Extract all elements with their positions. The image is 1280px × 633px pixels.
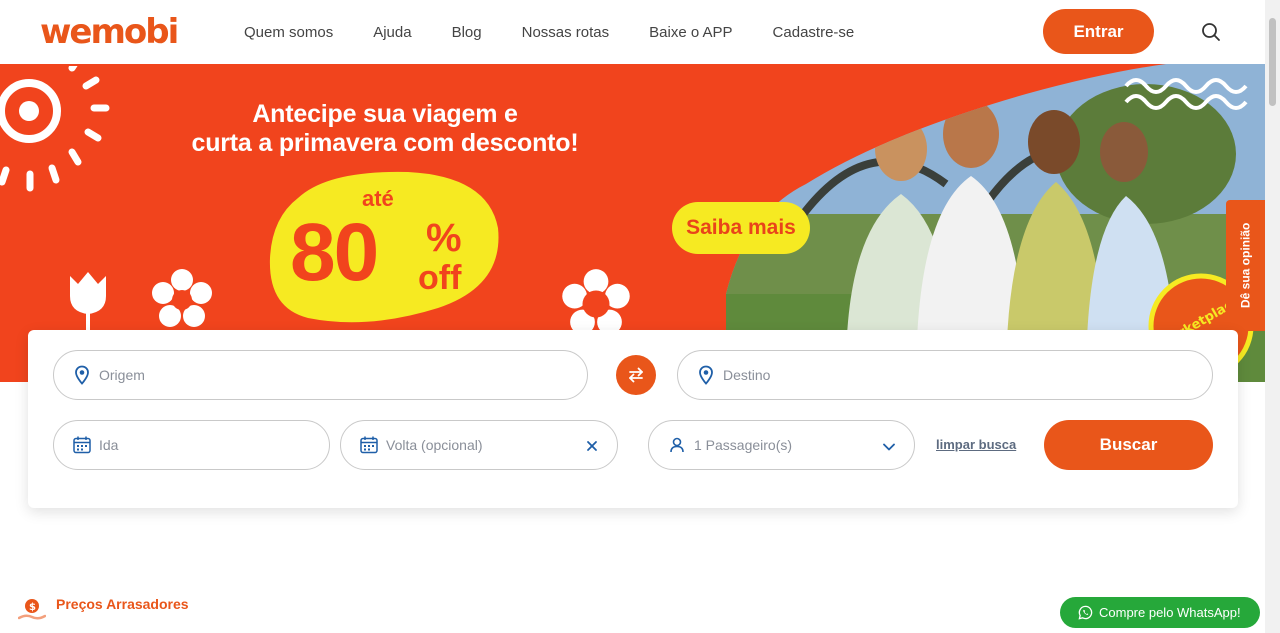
swap-button[interactable] bbox=[616, 355, 656, 395]
login-button[interactable]: Entrar bbox=[1043, 9, 1154, 54]
sun-decoration-icon bbox=[0, 66, 110, 192]
nav-quem-somos[interactable]: Quem somos bbox=[244, 24, 333, 41]
whatsapp-label[interactable]: Compre pelo WhatsApp! bbox=[1099, 605, 1241, 620]
swap-arrows-icon bbox=[629, 367, 643, 383]
return-date-field[interactable]: Volta (opcional) bbox=[340, 420, 618, 470]
nav-cadastre-se[interactable]: Cadastre-se bbox=[773, 24, 855, 41]
location-pin-icon bbox=[75, 365, 89, 385]
saiba-mais-button[interactable]: Saiba mais bbox=[672, 202, 810, 254]
search-icon[interactable] bbox=[1200, 21, 1222, 43]
banner-headline-line2: curta a primavera com desconto! bbox=[191, 129, 579, 157]
nav-blog[interactable]: Blog bbox=[452, 24, 482, 41]
nav-ajuda[interactable]: Ajuda bbox=[373, 24, 411, 41]
banner-headline-line1: Antecipe sua viagem e bbox=[252, 100, 518, 128]
promo-suffix: off bbox=[418, 259, 462, 297]
clear-return-date-icon[interactable] bbox=[584, 438, 600, 454]
passengers-value: 1 Passageiro(s) bbox=[694, 437, 793, 453]
return-placeholder: Volta (opcional) bbox=[386, 437, 483, 453]
calendar-icon bbox=[360, 436, 378, 454]
whatsapp-icon bbox=[1078, 605, 1093, 620]
section-title: Preços Arrasadores bbox=[56, 596, 189, 612]
money-hand-icon: $ bbox=[18, 599, 46, 620]
tulip-icon bbox=[70, 272, 106, 334]
destination-field[interactable]: Destino bbox=[677, 350, 1213, 400]
location-pin-icon bbox=[699, 365, 713, 385]
search-form: Origem Destino Ida Volta (opcional) 1 Pa… bbox=[28, 330, 1238, 508]
scrollbar-thumb[interactable] bbox=[1269, 18, 1276, 106]
promo-percent: % bbox=[426, 216, 462, 260]
calendar-icon bbox=[73, 436, 91, 454]
origin-placeholder: Origem bbox=[99, 367, 145, 383]
user-icon bbox=[670, 437, 684, 453]
nav-baixe-app[interactable]: Baixe o APP bbox=[649, 24, 732, 41]
nav-nossas-rotas[interactable]: Nossas rotas bbox=[522, 24, 610, 41]
whatsapp-button[interactable]: Compre pelo WhatsApp! bbox=[1060, 597, 1260, 628]
destination-placeholder: Destino bbox=[723, 367, 771, 383]
feedback-tab-label[interactable]: Dê sua opinião bbox=[1226, 200, 1265, 331]
wemobi-logo[interactable]: wemobi bbox=[40, 13, 185, 51]
site-header: wemobi Quem somos Ajuda Blog Nossas rota… bbox=[0, 0, 1265, 64]
departure-date-field[interactable]: Ida bbox=[53, 420, 330, 470]
promo-number: 80 bbox=[290, 207, 379, 298]
search-button[interactable]: Buscar bbox=[1044, 420, 1213, 470]
logo-text: wemobi bbox=[40, 13, 177, 51]
chevron-down-icon bbox=[883, 443, 895, 451]
origin-field[interactable]: Origem bbox=[53, 350, 588, 400]
passengers-select[interactable]: 1 Passageiro(s) bbox=[648, 420, 915, 470]
banner-headline: Antecipe sua viagem e curta a primavera … bbox=[150, 100, 620, 158]
departure-placeholder: Ida bbox=[99, 437, 119, 453]
clear-search-link[interactable]: limpar busca bbox=[936, 437, 1016, 452]
main-nav: Quem somos Ajuda Blog Nossas rotas Baixe… bbox=[224, 0, 874, 64]
flower-icon bbox=[152, 269, 212, 327]
svg-text:$: $ bbox=[29, 602, 36, 613]
page-scrollbar[interactable] bbox=[1265, 0, 1280, 633]
